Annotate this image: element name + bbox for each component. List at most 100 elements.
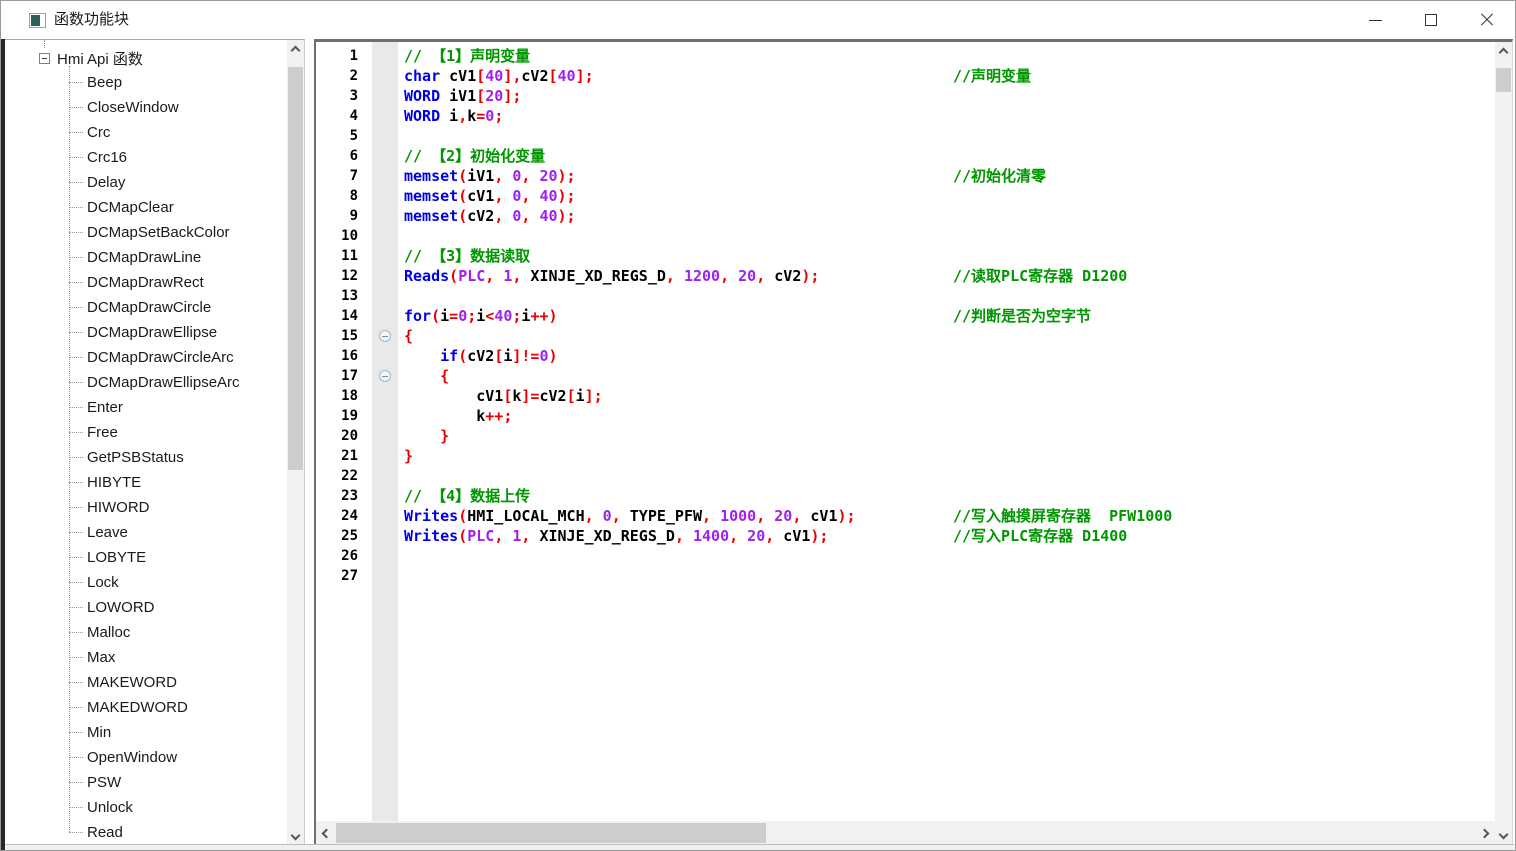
code-line: 24Writes(HMI_LOCAL_MCH, 0, TYPE_PFW, 100… (316, 506, 1495, 526)
maximize-button[interactable] (1403, 1, 1459, 39)
tree-item-label: MAKEWORD (87, 674, 177, 691)
code-line: 16 if(cV2[i]!=0) (316, 346, 1495, 366)
close-button[interactable] (1459, 1, 1515, 39)
inline-comment: //初始化清零 (953, 166, 1046, 186)
tree-item-hiword[interactable]: HIWORD (5, 495, 286, 520)
tree-item-openwindow[interactable]: OpenWindow (5, 745, 286, 770)
code-line: 2char cV1[40],cV2[40];//声明变量 (316, 66, 1495, 86)
code-token: [ (494, 347, 503, 365)
fold-collapse-icon[interactable] (379, 370, 391, 382)
code-token: ( (458, 347, 467, 365)
line-number: 5 (316, 126, 372, 146)
code-token: cV1 (801, 507, 837, 525)
code-token: ( (458, 207, 467, 225)
editor-vertical-scrollbar[interactable] (1495, 42, 1512, 845)
tree-root-hmi-api[interactable]: Hmi Api 函数 (39, 46, 143, 71)
code-text: // 【1】声明变量 (398, 46, 1495, 66)
code-token: memset (404, 167, 458, 185)
code-line: 15{ (316, 326, 1495, 346)
tree-item-delay[interactable]: Delay (5, 170, 286, 195)
tree-item-lock[interactable]: Lock (5, 570, 286, 595)
code-token: ; (467, 307, 476, 325)
code-text: Writes(PLC, 1, XINJE_XD_REGS_D, 1400, 20… (398, 526, 1495, 546)
code-token: , (756, 507, 765, 525)
tree-item-dcmapdrawellipse[interactable]: DCMapDrawEllipse (5, 320, 286, 345)
editor-vscrollbar-thumb[interactable] (1496, 68, 1511, 92)
tree-item-dcmapdrawcirclearc[interactable]: DCMapDrawCircleArc (5, 345, 286, 370)
code-area[interactable]: 1// 【1】声明变量2char cV1[40],cV2[40];//声明变量3… (316, 42, 1495, 821)
tree-item-lobyte[interactable]: LOBYTE (5, 545, 286, 570)
code-text: memset(cV1, 0, 40); (398, 186, 1495, 206)
line-number: 12 (316, 266, 372, 286)
fold-margin (372, 446, 398, 466)
fold-margin (372, 46, 398, 66)
code-token: [ (567, 387, 576, 405)
code-token: PLC (467, 527, 494, 545)
tree-item-dcmapdrawline[interactable]: DCMapDrawLine (5, 245, 286, 270)
code-line: 7memset(iV1, 0, 20);//初始化清零 (316, 166, 1495, 186)
tree-item-dcmapsetbackcolor[interactable]: DCMapSetBackColor (5, 220, 286, 245)
minimize-button[interactable] (1347, 1, 1403, 39)
code-token: // 【2】初始化变量 (404, 147, 545, 165)
tree-item-leave[interactable]: Leave (5, 520, 286, 545)
collapse-expander-icon[interactable] (39, 53, 50, 64)
code-token: 0 (503, 187, 521, 205)
code-token (404, 427, 440, 445)
code-line: 4WORD i,k=0; (316, 106, 1495, 126)
editor-scrollbar-down-button[interactable] (1495, 828, 1512, 845)
tree-item-dcmapdrawrect[interactable]: DCMapDrawRect (5, 270, 286, 295)
code-token: cV2 (539, 387, 566, 405)
tree-item-read[interactable]: Read (5, 820, 286, 845)
tree-item-enter[interactable]: Enter (5, 395, 286, 420)
line-number: 2 (316, 66, 372, 86)
code-token: ); (838, 507, 856, 525)
editor-scrollbar-right-button[interactable] (1478, 821, 1495, 845)
line-number: 14 (316, 306, 372, 326)
tree-item-label: OpenWindow (87, 749, 177, 766)
tree-item-loword[interactable]: LOWORD (5, 595, 286, 620)
tree-item-label: Leave (87, 524, 128, 541)
tree-item-makeword[interactable]: MAKEWORD (5, 670, 286, 695)
tree-item-makedword[interactable]: MAKEDWORD (5, 695, 286, 720)
tree-item-free[interactable]: Free (5, 420, 286, 445)
fold-margin (372, 126, 398, 146)
code-text: { (398, 366, 1495, 386)
chevron-left-icon (322, 828, 332, 838)
code-token (404, 347, 440, 365)
tree-item-min[interactable]: Min (5, 720, 286, 745)
code-token: , (612, 507, 621, 525)
line-number: 22 (316, 466, 372, 486)
tree-item-unlock[interactable]: Unlock (5, 795, 286, 820)
tree-item-label: Min (87, 724, 111, 741)
tree-item-psw[interactable]: PSW (5, 770, 286, 795)
tree-item-getpsbstatus[interactable]: GetPSBStatus (5, 445, 286, 470)
editor-scrollbar-left-button[interactable] (316, 821, 333, 845)
code-line: 13 (316, 286, 1495, 306)
tree-item-max[interactable]: Max (5, 645, 286, 670)
editor-horizontal-scrollbar[interactable] (316, 821, 1495, 845)
tree-scrollbar-up-button[interactable] (287, 40, 304, 57)
editor-scrollbar-up-button[interactable] (1495, 42, 1512, 59)
tree-item-hibyte[interactable]: HIBYTE (5, 470, 286, 495)
tree-item-crc16[interactable]: Crc16 (5, 145, 286, 170)
code-token: cV1 (774, 527, 810, 545)
fold-margin (372, 406, 398, 426)
tree-item-beep[interactable]: Beep (5, 70, 286, 95)
line-number: 19 (316, 406, 372, 426)
tree-item-dcmapclear[interactable]: DCMapClear (5, 195, 286, 220)
tree-item-closewindow[interactable]: CloseWindow (5, 95, 286, 120)
code-line: 9memset(cV2, 0, 40); (316, 206, 1495, 226)
fold-margin (372, 466, 398, 486)
tree-scrollbar-thumb[interactable] (288, 67, 303, 470)
chevron-down-icon (291, 831, 301, 841)
tree-item-dcmapdrawcircle[interactable]: DCMapDrawCircle (5, 295, 286, 320)
code-text: Reads(PLC, 1, XINJE_XD_REGS_D, 1200, 20,… (398, 266, 1495, 286)
tree-item-dcmapdrawellipsearc[interactable]: DCMapDrawEllipseArc (5, 370, 286, 395)
code-token: ( (458, 187, 467, 205)
tree-scrollbar[interactable] (287, 40, 304, 846)
tree-item-malloc[interactable]: Malloc (5, 620, 286, 645)
tree-item-crc[interactable]: Crc (5, 120, 286, 145)
fold-collapse-icon[interactable] (379, 330, 391, 342)
code-token: 20 (738, 527, 765, 545)
editor-hscrollbar-thumb[interactable] (336, 823, 766, 843)
